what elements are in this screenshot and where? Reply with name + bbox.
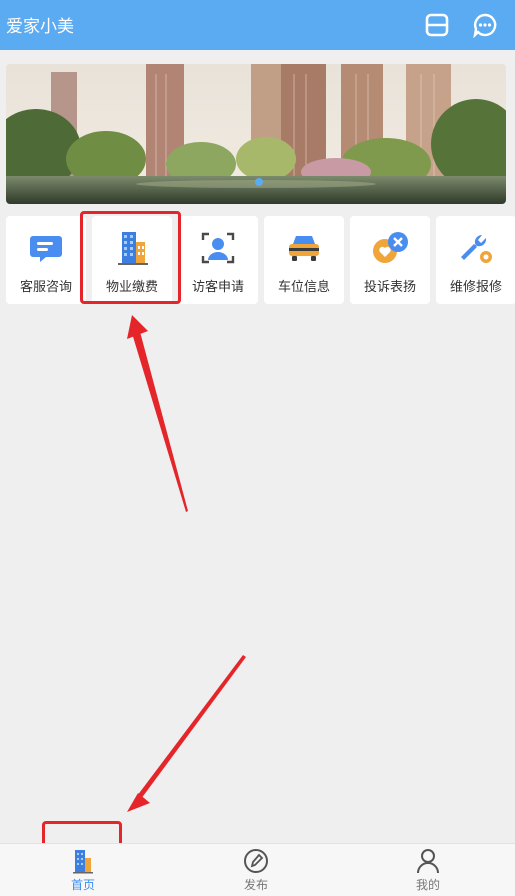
app-bar: 爱家小美: [0, 0, 515, 50]
banner-carousel[interactable]: [6, 64, 506, 204]
tab-mine[interactable]: 我的: [378, 844, 478, 896]
service-label: 车位信息: [277, 280, 330, 295]
tab-home[interactable]: 首页: [33, 844, 133, 896]
service-visitor-request[interactable]: 访客申请: [178, 216, 258, 304]
service-label: 投诉表扬: [363, 280, 416, 295]
tab-label: 首页: [70, 878, 95, 892]
service-complaint-praise[interactable]: 投诉表扬: [350, 216, 430, 304]
service-parking-info[interactable]: 车位信息: [264, 216, 344, 304]
service-label: 客服咨询: [19, 280, 72, 295]
scan-icon[interactable]: [422, 10, 452, 40]
home-building-icon: [73, 850, 93, 874]
publish-icon: [244, 849, 268, 873]
service-customer-consult[interactable]: 客服咨询: [6, 216, 86, 304]
tab-label: 发布: [243, 878, 268, 892]
banner-image: [6, 64, 506, 204]
service-repair-request[interactable]: 维修报修: [436, 216, 515, 304]
visitor-scan-icon: [201, 232, 235, 264]
service-label: 维修报修: [449, 280, 502, 295]
carousel-dot-active[interactable]: [255, 178, 263, 186]
profile-icon: [417, 849, 439, 874]
highlight-box-payment: [80, 211, 181, 304]
chat-icon: [30, 236, 62, 262]
tab-label: 我的: [415, 878, 440, 892]
tab-publish[interactable]: 发布: [206, 844, 306, 896]
car-icon: [289, 236, 319, 261]
wrench-icon: [461, 234, 492, 263]
chat-bubble-icon[interactable]: [470, 10, 500, 40]
service-label: 访客申请: [191, 280, 244, 295]
heart-x-icon: [373, 232, 408, 263]
app-title: 爱家小美: [6, 17, 74, 37]
bottom-tab-bar: 首页 发布 我的: [0, 843, 515, 896]
